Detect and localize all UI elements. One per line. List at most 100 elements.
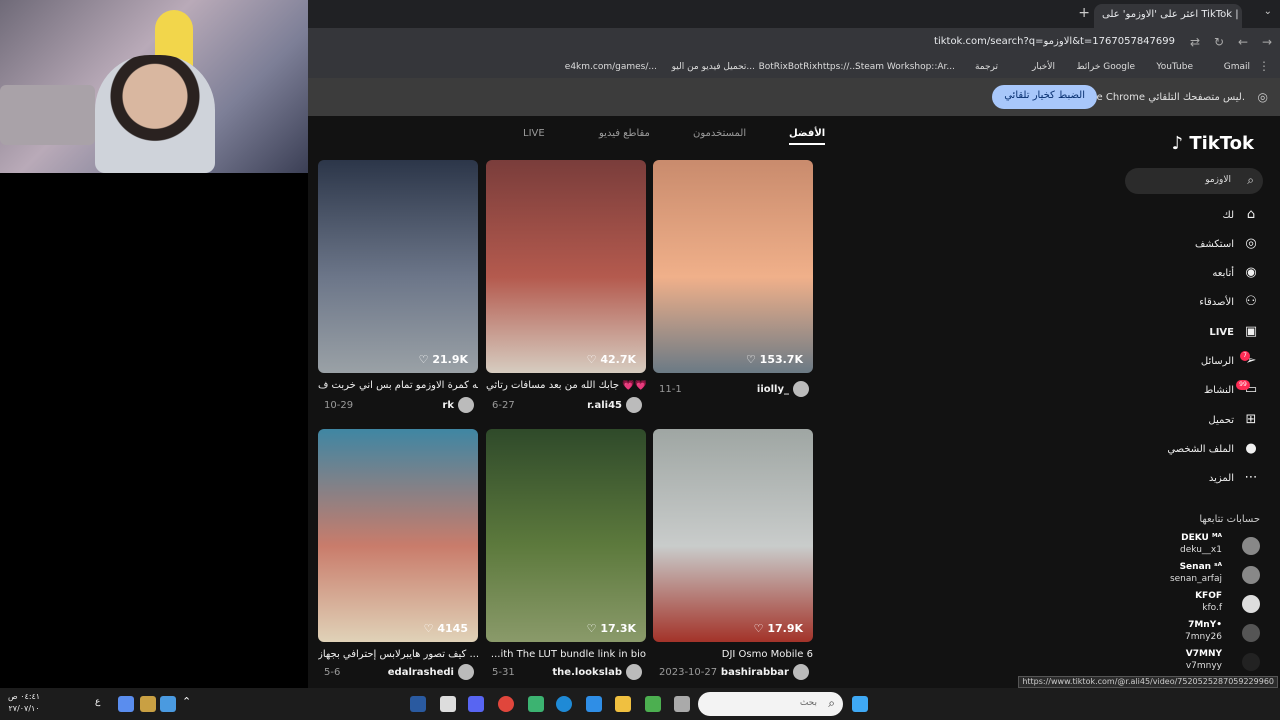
nav-profile[interactable]: الملف الشخصي ● — [1167, 441, 1260, 456]
facebook-icon[interactable] — [586, 696, 602, 712]
chrome-taskbar-icon[interactable] — [498, 696, 514, 712]
video-author[interactable]: the.lookslab — [552, 664, 642, 680]
nav-live[interactable]: LIVE ▣ — [1209, 324, 1260, 339]
app-icon[interactable] — [440, 696, 456, 712]
following-account[interactable]: 7MnY• 7mny26 — [1140, 620, 1260, 648]
taskbar-search-input[interactable]: بحث ⌕ — [698, 692, 843, 716]
avatar — [626, 664, 642, 680]
video-card[interactable]: ♡ 17.3K ...ith The LUT bundle link in bi… — [486, 429, 646, 680]
like-count: ♡ 17.3K — [586, 622, 636, 635]
language-indicator[interactable]: ع — [95, 697, 100, 707]
avatar — [458, 397, 474, 413]
webcam-pillow — [0, 85, 95, 145]
video-author[interactable]: rk — [442, 397, 474, 413]
following-account[interactable]: KFOF kfo.f — [1140, 591, 1260, 619]
system-clock[interactable]: ٠٤:٤١ ص ٢٧/٠٧/١٠ — [8, 691, 40, 715]
video-caption[interactable]: كيف تصور هايبرلابس إحترافي بجهاز ... — [318, 649, 478, 660]
video-thumbnail[interactable]: ♡ 21.9K — [318, 160, 478, 373]
bookmark-translate[interactable]: ترجمة — [975, 62, 998, 72]
tab-search-icon[interactable]: ⌄ — [1264, 6, 1272, 17]
like-count: ♡ 21.9K — [418, 353, 468, 366]
compass-icon: ◎ — [1245, 236, 1257, 251]
set-default-button[interactable]: الضبط كخيار تلقائي — [992, 85, 1097, 109]
bookmark-news[interactable]: الأخبار — [1032, 62, 1055, 72]
reload-icon[interactable]: ↻ — [1214, 35, 1224, 49]
windows-start-icon[interactable] — [852, 696, 868, 712]
browser-tab[interactable]: ✕ اعثر على 'الاوزمو' على TikTok | ب... — [1094, 4, 1242, 28]
following-account[interactable]: V7MNY v7mnyy — [1140, 649, 1260, 677]
nav-explore[interactable]: استكشف ◎ — [1195, 236, 1260, 251]
nav-more[interactable]: المزيد ⋯ — [1209, 470, 1260, 485]
following-account[interactable]: DEKU ᴹᴬ deku__x1 — [1140, 533, 1260, 561]
webcam-person — [95, 55, 215, 173]
nav-activity[interactable]: النشاط ▭ — [1204, 382, 1260, 397]
back-arrow-icon[interactable]: → — [1262, 35, 1272, 49]
steam-icon[interactable] — [410, 696, 426, 712]
tab-users[interactable]: المستخدمون — [693, 128, 746, 139]
tab-live[interactable]: LIVE — [523, 128, 545, 139]
bookmark-botrix[interactable]: BotRixBotRixhttps://... — [759, 62, 858, 72]
url-field[interactable]: tiktok.com/search?q=الاوزمو&t=1767057847… — [934, 36, 1175, 47]
mic-icon[interactable] — [118, 696, 134, 712]
site-settings-icon[interactable]: ⇄ — [1190, 35, 1200, 49]
avatar — [793, 664, 809, 680]
tab-videos[interactable]: مقاطع فيديو — [599, 128, 650, 139]
search-input[interactable]: ⌕ الاوزمو — [1125, 168, 1263, 194]
bookmark-gmail[interactable]: Gmail — [1224, 62, 1250, 72]
default-browser-infobar: ◎ Google Chrome ليس متصفحك التلقائي. الض… — [308, 78, 1280, 116]
live-icon: ▣ — [1244, 324, 1258, 339]
store-icon[interactable] — [645, 696, 661, 712]
video-author[interactable]: iiolly_ — [757, 381, 809, 397]
nav-messages[interactable]: الرسائل ➢ — [1201, 353, 1260, 368]
video-card[interactable]: ♡ 42.7K جابك الله من بعد مسافات رتاثي 💗💗… — [486, 160, 646, 413]
like-count: ♡ 4145 — [423, 622, 468, 635]
task-view-icon[interactable] — [674, 696, 690, 712]
video-card[interactable]: ♡ 17.9K DJI Osmo Mobile 6 bashirabbar 20… — [653, 429, 813, 680]
nav-following[interactable]: أتابعه ◉ — [1212, 265, 1260, 280]
video-author[interactable]: edalrashedi — [388, 664, 474, 680]
following-account[interactable]: Senan ˢᴬ senan_arfaj — [1140, 562, 1260, 590]
forward-arrow-icon[interactable]: ← — [1238, 35, 1248, 49]
bookmark-video-download[interactable]: تحميل فيديو من اليو... — [672, 62, 755, 72]
bookmark-e4km[interactable]: e4km.com/games/... — [565, 62, 657, 72]
video-card[interactable]: ♡ 21.9K والله كمرة الاوزمو تمام بس اني خ… — [318, 160, 478, 413]
nav-for-you[interactable]: لك ⌂ — [1223, 207, 1260, 222]
tab-top[interactable]: الأفضل — [789, 128, 826, 145]
bookmark-maps[interactable]: خرائط Google — [1076, 62, 1135, 72]
edge-icon[interactable] — [556, 696, 572, 712]
video-thumbnail[interactable]: ♡ 42.7K — [486, 160, 646, 373]
search-icon[interactable]: ⌕ — [1247, 173, 1254, 188]
video-caption[interactable]: DJI Osmo Mobile 6 — [653, 649, 813, 660]
video-thumbnail[interactable]: ♡ 4145 — [318, 429, 478, 642]
app-green-icon[interactable] — [528, 696, 544, 712]
video-date: 2023-10-27 — [659, 667, 718, 678]
nav-upload[interactable]: تحميل ⊞ — [1208, 412, 1260, 427]
tiktok-logo[interactable]: ♪ TikTok — [1172, 133, 1254, 154]
video-author[interactable]: r.ali45 — [587, 397, 642, 413]
avatar — [1242, 624, 1260, 642]
webcam-overlay — [0, 0, 308, 173]
bookmark-youtube[interactable]: YouTube — [1156, 62, 1193, 72]
video-card[interactable]: ♡ 153.7K iiolly_ 11-1 — [653, 160, 813, 397]
tray-chevron-icon[interactable]: ⌃ — [182, 695, 191, 708]
video-thumbnail[interactable]: ♡ 153.7K — [653, 160, 813, 373]
video-card[interactable]: ♡ 4145 كيف تصور هايبرلابس إحترافي بجهاز … — [318, 429, 478, 680]
video-thumbnail[interactable]: ♡ 17.3K — [486, 429, 646, 642]
new-tab-icon[interactable]: + — [1078, 5, 1090, 21]
video-thumbnail[interactable]: ♡ 17.9K — [653, 429, 813, 642]
bookmark-steam[interactable]: Steam Workshop::Ar... — [855, 62, 955, 72]
bookmarks-menu-icon[interactable]: ⋮ — [1258, 59, 1270, 73]
video-author[interactable]: bashirabbar — [721, 664, 809, 680]
onedrive-icon[interactable] — [140, 696, 156, 712]
discord-icon[interactable] — [468, 696, 484, 712]
following-accounts-title: حسابات تتابعها — [1199, 514, 1260, 525]
chrome-icon: ◎ — [1257, 90, 1268, 104]
video-caption[interactable]: جابك الله من بعد مسافات رتاثي 💗💗 ... — [486, 380, 646, 391]
like-count: ♡ 153.7K — [745, 353, 803, 366]
video-caption[interactable]: ...ith The LUT bundle link in bio — [486, 649, 646, 660]
nav-friends[interactable]: الأصدقاء ⚇ — [1199, 294, 1260, 309]
file-explorer-icon[interactable] — [615, 696, 631, 712]
video-caption[interactable]: والله كمرة الاوزمو تمام بس اني خربت ف... — [318, 380, 478, 391]
avatar — [626, 397, 642, 413]
sync-icon[interactable] — [160, 696, 176, 712]
